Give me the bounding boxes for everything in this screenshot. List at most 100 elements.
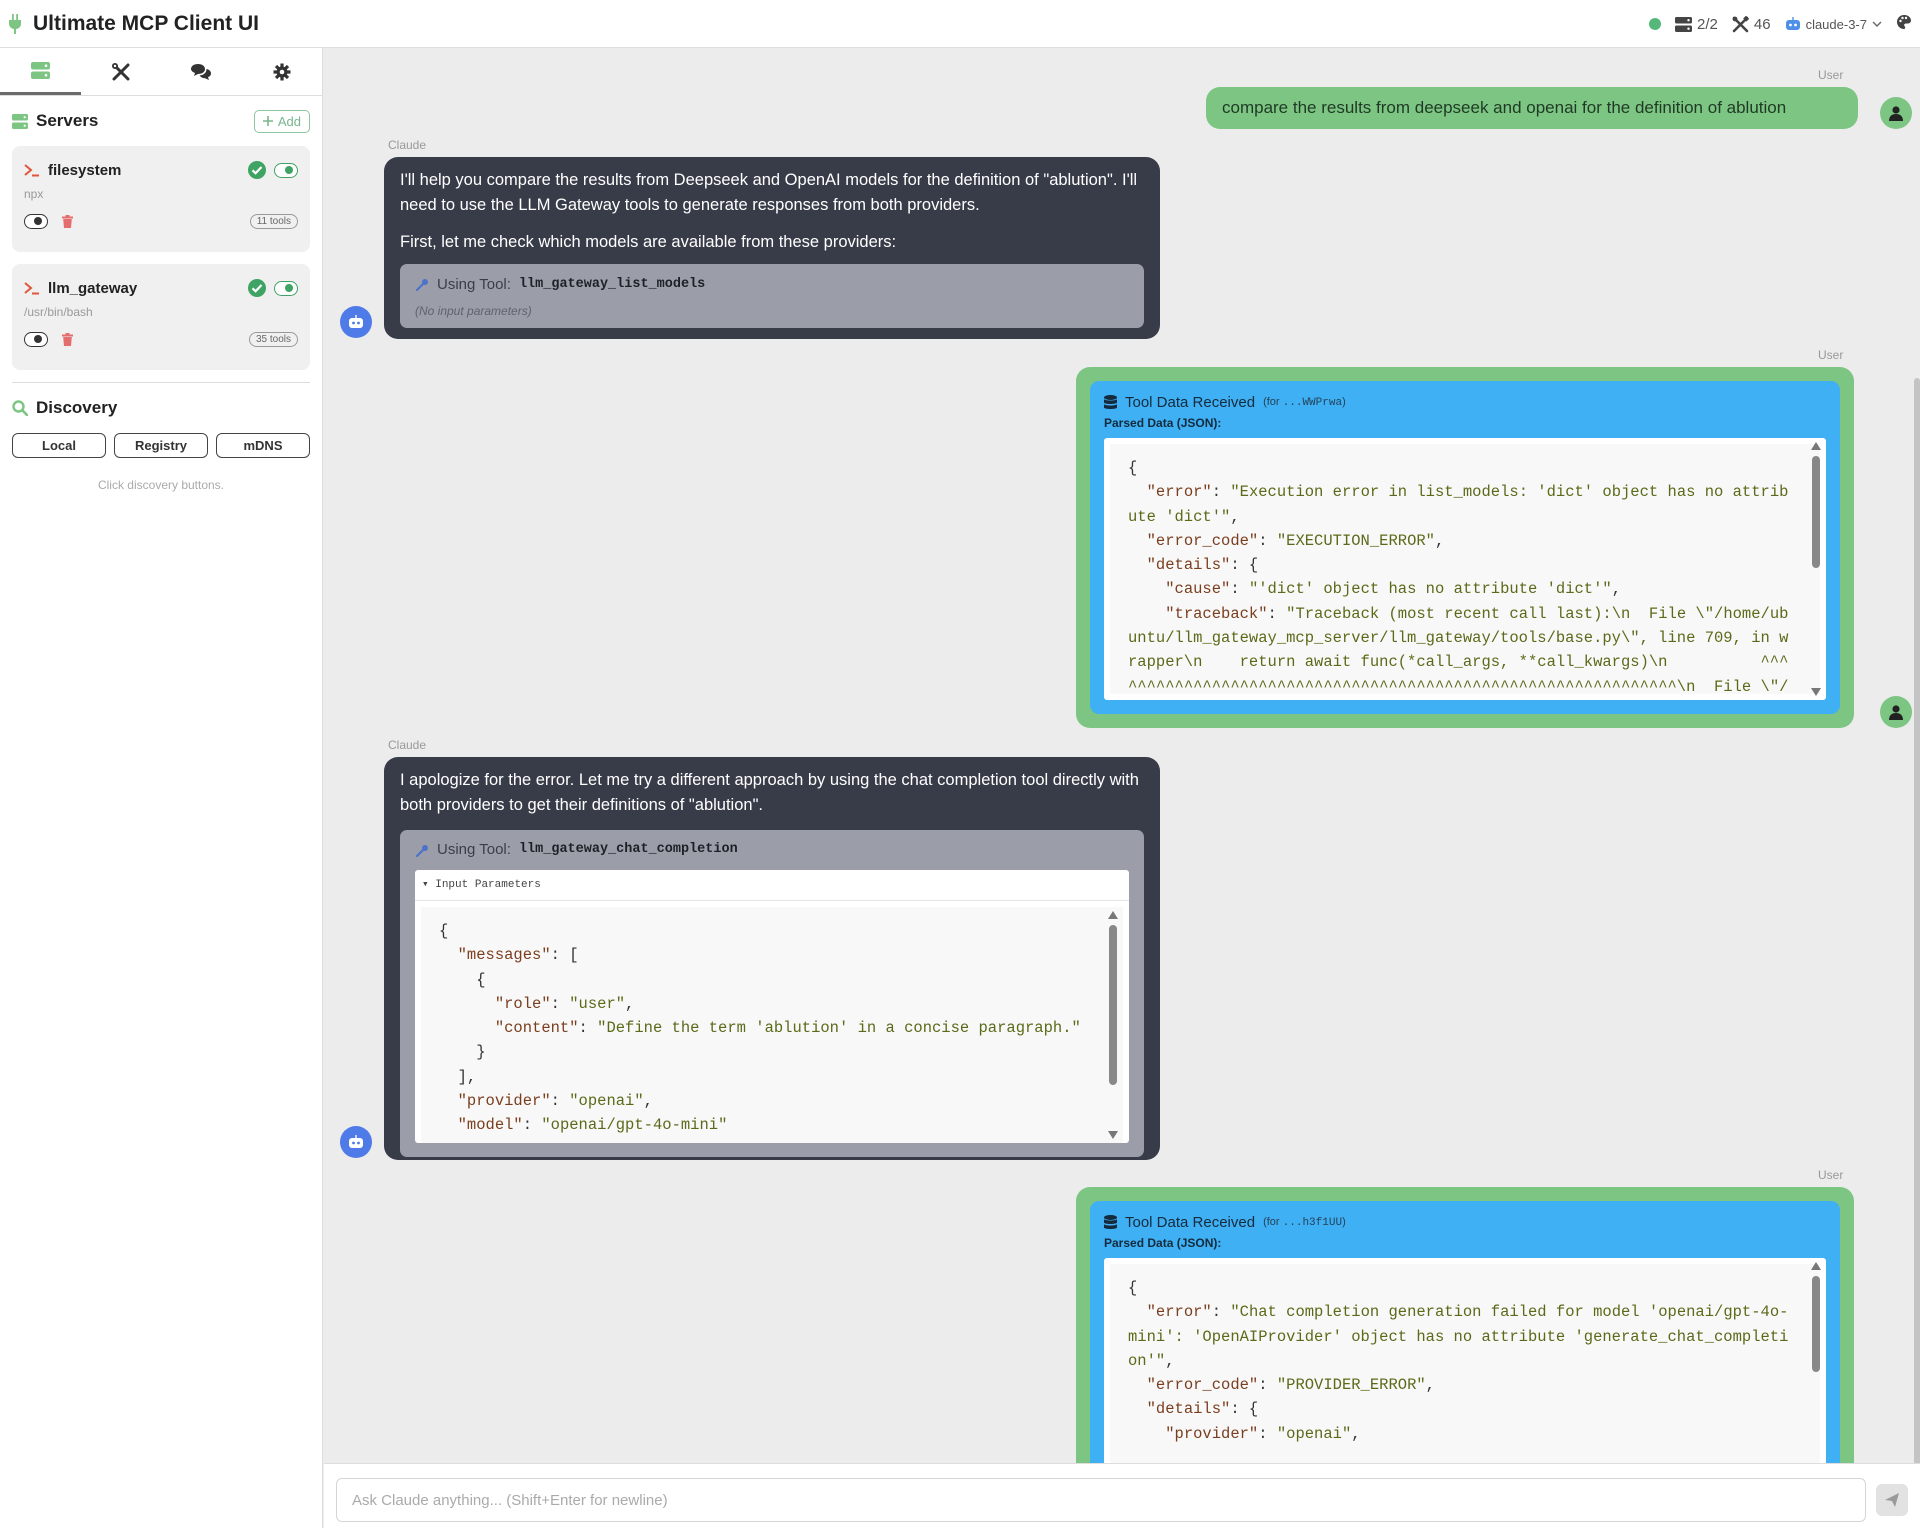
chat-area: User compare the results from deepseek a… [324,48,1920,1463]
json-viewer[interactable]: { "error": "Execution error in list_mode… [1104,438,1826,700]
json-scrollbar[interactable] [1810,442,1822,696]
servers-section-header: Servers Add [0,96,322,146]
trash-icon [62,214,73,228]
send-button[interactable] [1876,1484,1908,1516]
tool-call-box: Using Tool: llm_gateway_list_models (No … [400,264,1144,329]
using-tool-label: Using Tool: [437,841,511,859]
tool-result-title: Tool Data Received [1125,393,1256,411]
chat-input[interactable] [336,1478,1866,1522]
message-paragraph: First, let me check which models are ava… [400,232,897,251]
json-scrollbar[interactable] [1107,911,1119,1139]
assistant-message: I'll help you compare the results from D… [384,157,1160,339]
discovery-local-button[interactable]: Local [12,433,106,458]
search-icon [12,400,28,416]
claude-avatar [340,306,372,338]
sidebar-tabs [0,48,322,96]
user-icon [1889,704,1903,720]
robot-icon [349,1135,363,1148]
plus-icon [262,116,273,126]
parsed-data-label: Parsed Data (JSON): [1104,1236,1222,1250]
tool-name: llm_gateway_chat_completion [518,842,738,858]
server-card-filesystem: filesystem npx 11 tools [12,146,310,252]
plug-icon [9,13,23,34]
server-tools-badge: 11 tools [249,213,298,229]
theme-palette-icon[interactable] [1896,14,1912,34]
sender-label-claude: Claude [388,738,427,752]
scroll-up-arrow[interactable] [1811,1262,1821,1270]
tab-tools[interactable] [81,48,162,95]
tab-settings[interactable] [242,48,323,95]
scroll-down-arrow[interactable] [1811,688,1821,696]
send-icon [1885,1493,1899,1507]
tool-result-id: (for ...WWPrwa) [1263,395,1346,409]
tool-icon [415,279,428,292]
discovery-buttons: Local Registry mDNS [0,433,322,458]
tool-name: llm_gateway_list_models [518,277,706,293]
chat-input-bar [324,1463,1920,1528]
tool-result-title: Tool Data Received [1125,1213,1256,1231]
discovery-mdns-button[interactable]: mDNS [216,433,310,458]
server-stack-icon [30,61,50,79]
message-paragraph: I'll help you compare the results from D… [400,171,1138,214]
tool-call-box: Using Tool: llm_gateway_chat_completion … [400,829,1144,1157]
scroll-up-arrow[interactable] [1108,911,1118,919]
database-icon [1104,394,1117,409]
model-selector[interactable]: claude-3-7 [1785,17,1882,32]
server-name: filesystem [48,161,122,179]
servers-title: Servers [36,111,99,130]
chat-scrollbar[interactable] [1914,378,1920,1463]
discovery-section-header: Discovery [0,383,322,433]
server-enable-toggle[interactable] [24,331,48,347]
servers-count: 2/2 [1697,15,1718,33]
tool-result-panel: Tool Data Received (for ...h3f1UU) Parse… [1090,1201,1840,1463]
servers-count-indicator[interactable]: 2/2 [1675,16,1718,33]
comments-icon [191,63,212,80]
server-name: llm_gateway [48,279,138,297]
gear-icon [273,63,291,80]
server-enable-toggle[interactable] [24,213,48,229]
scroll-thumb[interactable] [1812,1276,1820,1372]
terminal-icon [24,282,39,295]
discovery-hint: Click discovery buttons. [97,478,225,492]
tools-count-indicator[interactable]: 46 [1732,15,1771,33]
scroll-thumb[interactable] [1109,925,1117,1085]
app-title: Ultimate MCP Client UI [33,11,259,35]
no-params-text: (No input parameters) [415,304,532,319]
json-code: { "messages": [ { "role": "user", "conte… [439,922,1081,1135]
json-viewer[interactable]: { "messages": [ { "role": "user", "conte… [421,907,1123,1143]
server-tools-badge: 35 tools [248,331,298,347]
discovery-title: Discovery [36,398,118,417]
tool-result-message: Tool Data Received (for ...WWPrwa) Parse… [1076,367,1854,728]
json-scrollbar[interactable] [1810,1262,1822,1463]
tools-icon [1732,15,1749,32]
scroll-thumb[interactable] [1812,456,1820,568]
tab-servers[interactable] [0,48,81,95]
wrench-screwdriver-icon [111,62,130,80]
sidebar: Servers Add filesystem npx 11 tools llm_… [0,48,323,1528]
app-header: Ultimate MCP Client UI 2/2 46 claude-3-7 [0,0,1920,48]
discovery-registry-button[interactable]: Registry [114,433,208,458]
scroll-down-arrow[interactable] [1108,1131,1118,1139]
add-server-button[interactable]: Add [253,109,310,133]
claude-avatar [340,1126,372,1158]
user-avatar [1880,696,1912,728]
server-icon [1675,16,1693,32]
server-command: /usr/bin/bash [24,305,93,319]
server-stack-icon [12,113,28,129]
server-command: npx [24,187,44,201]
sender-label-user: User [1818,1168,1844,1182]
input-parameters-toggle[interactable]: ▾ Input Parameters [415,870,1129,901]
user-icon [1889,105,1903,121]
assistant-message: I apologize for the error. Let me try a … [384,757,1160,1160]
json-code: { "error": "Chat completion generation f… [1128,1279,1789,1443]
tab-chat[interactable] [161,48,242,95]
input-parameters-panel: ▾ Input Parameters { "messages": [ { "ro… [415,869,1129,1143]
server-connect-toggle[interactable] [274,280,298,296]
tool-result-panel: Tool Data Received (for ...WWPrwa) Parse… [1090,381,1840,714]
server-connect-toggle[interactable] [274,162,298,178]
json-viewer[interactable]: { "error": "Chat completion generation f… [1104,1258,1826,1463]
trash-icon [62,332,73,346]
tool-result-message: Tool Data Received (for ...h3f1UU) Parse… [1076,1187,1854,1463]
scroll-up-arrow[interactable] [1811,442,1821,450]
robot-icon [349,315,363,328]
